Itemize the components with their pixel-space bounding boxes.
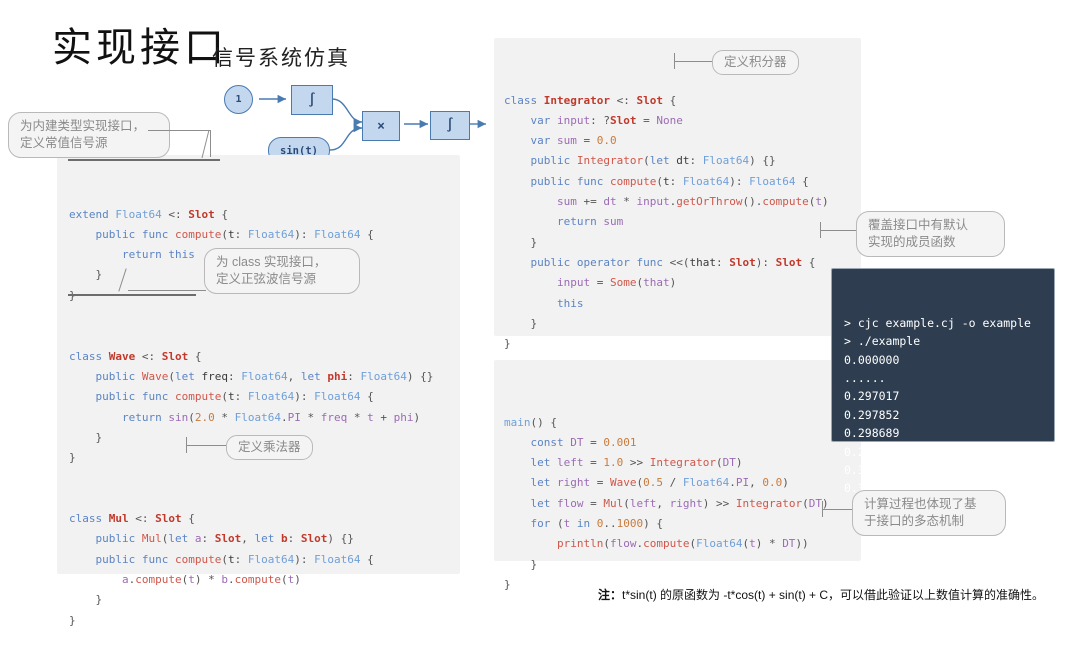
terminal-line: ...... <box>844 371 886 386</box>
diagram-node-integrator-1-label: ∫ <box>308 92 316 108</box>
code-block-integrator: class Integrator <: Slot { var input: ?S… <box>504 93 829 351</box>
code-panel-integrator: class Integrator <: Slot { var input: ?S… <box>494 38 861 350</box>
footnote-text: t*sin(t) 的原函数为 -t*cos(t) + sin(t) + C，可以… <box>622 588 1045 602</box>
callout-multiplier: 定义乘法器 <box>226 435 313 460</box>
footnote: 注：t*sin(t) 的原函数为 -t*cos(t) + sin(t) + C，… <box>598 586 1044 603</box>
diagram-node-integrator-1: ∫ <box>291 85 333 115</box>
terminal-line: 0.297852 <box>844 407 900 422</box>
terminal-line: > ./example <box>844 334 921 349</box>
page-subtitle: 信号系统仿真 <box>212 46 350 70</box>
terminal-output-panel[interactable]: > cjc example.cj -o example > ./example … <box>831 268 1055 495</box>
callout-builtin-leader-diag <box>201 130 210 158</box>
callout-builtin-leader-h <box>148 130 210 131</box>
callout-override-leader <box>820 230 856 231</box>
diagram-node-constant-label: 1 <box>235 94 242 105</box>
callout-integrator-leader <box>674 61 712 62</box>
terminal-line: 0.297017 <box>844 389 900 404</box>
callout-class-wave: 为 class 实现接口， 定义正弦波信号源 <box>204 248 360 294</box>
diagram-node-integrator-2-label: ∫ <box>446 118 454 133</box>
terminal-line: 0.300366 <box>844 463 900 478</box>
callout-class-leader-h <box>128 290 206 291</box>
footnote-label: 注： <box>598 588 623 602</box>
diagram-node-integrator-2: ∫ <box>430 111 470 140</box>
diagram-node-multiplier: × <box>362 111 400 141</box>
callout-polymorphism: 计算过程也体现了基 于接口的多态机制 <box>852 490 1006 536</box>
page-title: 实现接口 <box>52 25 228 70</box>
terminal-line: 0.000000 <box>844 352 900 367</box>
code-block-main: main() { const DT = 0.001 let left = 1.0… <box>504 415 829 591</box>
terminal-line: > cjc example.cj -o example <box>844 315 1031 330</box>
underline-extend-section <box>68 159 220 161</box>
underline-wave-section <box>68 294 196 296</box>
callout-integrator: 定义积分器 <box>712 50 799 75</box>
diagram-node-constant: 1 <box>224 85 253 114</box>
callout-override-default-method: 覆盖接口中有默认 实现的成员函数 <box>856 211 1005 257</box>
callout-poly-leader <box>822 509 852 510</box>
code-panel-main: main() { const DT = 0.001 let left = 1.0… <box>494 360 861 591</box>
terminal-line: 0.299527 <box>844 444 900 459</box>
callout-mul-leader <box>186 445 226 446</box>
terminal-line: 0.298689 <box>844 426 900 441</box>
terminal-lines: > cjc example.cj -o example > ./example … <box>832 306 1054 498</box>
code-panel-signal-sources: extend Float64 <: Slot { public func com… <box>57 155 460 627</box>
diagram-node-multiplier-label: × <box>377 118 385 134</box>
callout-builtin-type: 为内建类型实现接口， 定义常值信号源 <box>8 112 170 158</box>
callout-builtin-leader-v <box>210 130 211 157</box>
